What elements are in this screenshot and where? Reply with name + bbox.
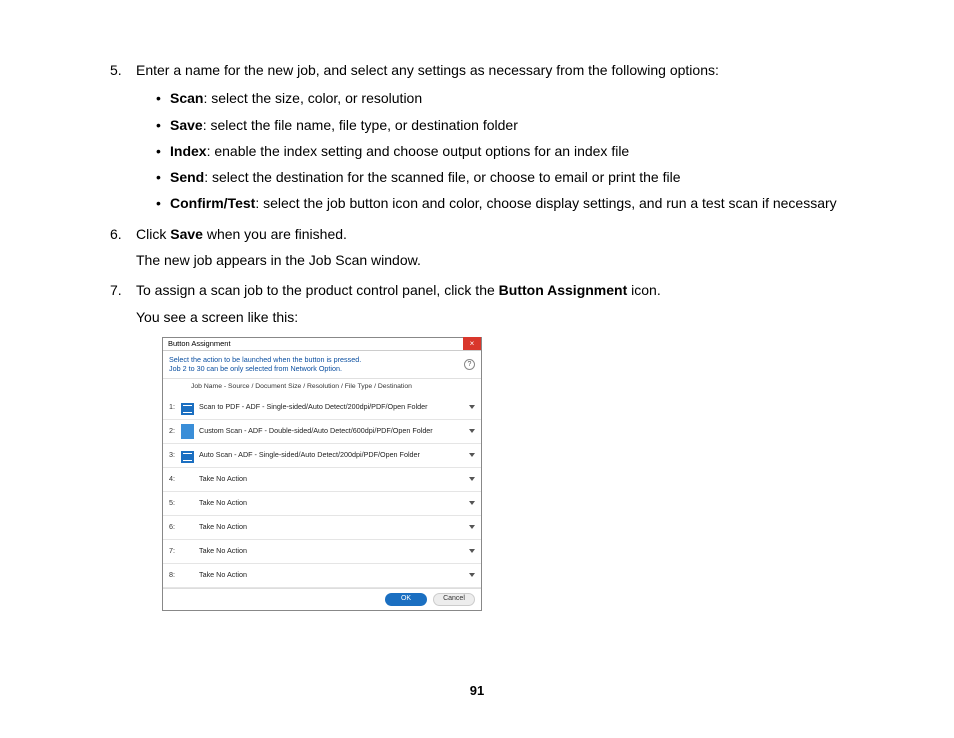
bullet-confirm-test: Confirm/Test: select the job button icon… xyxy=(156,193,844,213)
job-row-4[interactable]: 4: Take No Action xyxy=(163,468,481,492)
step-5-bullets: Scan: select the size, color, or resolut… xyxy=(136,88,844,213)
dialog-title-bar: Button Assignment × xyxy=(163,338,481,351)
document-icon xyxy=(181,448,194,463)
job-row-5[interactable]: 5: Take No Action xyxy=(163,492,481,516)
chevron-down-icon[interactable] xyxy=(469,501,475,505)
chevron-down-icon[interactable] xyxy=(469,549,475,553)
job-row-6[interactable]: 6: Take No Action xyxy=(163,516,481,540)
page-number: 91 xyxy=(0,683,954,698)
bullet-scan: Scan: select the size, color, or resolut… xyxy=(156,88,844,108)
job-row-1[interactable]: 1: Scan to PDF - ADF - Single-sided/Auto… xyxy=(163,396,481,420)
step-7: 7. To assign a scan job to the product c… xyxy=(110,280,844,610)
step-bold: Button Assignment xyxy=(499,282,628,298)
job-row-3[interactable]: 3: Auto Scan - ADF - Single-sided/Auto D… xyxy=(163,444,481,468)
job-row-8[interactable]: 8: Take No Action xyxy=(163,564,481,588)
document-icon xyxy=(181,424,194,439)
dialog-instruction-row: Select the action to be launched when th… xyxy=(163,351,481,379)
button-assignment-dialog: Button Assignment × Select the action to… xyxy=(162,337,482,611)
cancel-button[interactable]: Cancel xyxy=(433,593,475,606)
step-text-b: icon. xyxy=(627,282,660,298)
dialog-title: Button Assignment xyxy=(168,339,231,349)
job-row-2[interactable]: 2: Custom Scan - ADF - Double-sided/Auto… xyxy=(163,420,481,444)
job-row-7[interactable]: 7: Take No Action xyxy=(163,540,481,564)
close-icon[interactable]: × xyxy=(463,337,481,350)
ok-button[interactable]: OK xyxy=(385,593,427,606)
dialog-button-row: OK Cancel xyxy=(163,588,481,610)
step-bold: Save xyxy=(170,226,203,242)
step-text: Enter a name for the new job, and select… xyxy=(136,62,719,78)
dialog-column-header: Job Name - Source / Document Size / Reso… xyxy=(163,379,481,396)
step-text-b: when you are finished. xyxy=(203,226,347,242)
bullet-index: Index: enable the index setting and choo… xyxy=(156,141,844,161)
step-5: 5. Enter a name for the new job, and sel… xyxy=(110,60,844,214)
step-number: 6. xyxy=(110,224,122,244)
step-number: 7. xyxy=(110,280,122,300)
dialog-instruction: Select the action to be launched when th… xyxy=(169,355,361,374)
document-icon xyxy=(181,400,194,415)
step-text-a: Click xyxy=(136,226,170,242)
bullet-send: Send: select the destination for the sca… xyxy=(156,167,844,187)
step-text-a: To assign a scan job to the product cont… xyxy=(136,282,499,298)
bullet-save: Save: select the file name, file type, o… xyxy=(156,115,844,135)
help-icon[interactable]: ? xyxy=(464,359,475,370)
chevron-down-icon[interactable] xyxy=(469,525,475,529)
chevron-down-icon[interactable] xyxy=(469,477,475,481)
steps-list: 5. Enter a name for the new job, and sel… xyxy=(110,60,844,611)
chevron-down-icon[interactable] xyxy=(469,573,475,577)
step-6-para: The new job appears in the Job Scan wind… xyxy=(136,250,844,270)
chevron-down-icon[interactable] xyxy=(469,429,475,433)
step-number: 5. xyxy=(110,60,122,80)
document-body: 5. Enter a name for the new job, and sel… xyxy=(0,0,954,611)
chevron-down-icon[interactable] xyxy=(469,453,475,457)
step-7-para: You see a screen like this: xyxy=(136,307,844,327)
step-6: 6. Click Save when you are finished. The… xyxy=(110,224,844,271)
chevron-down-icon[interactable] xyxy=(469,405,475,409)
